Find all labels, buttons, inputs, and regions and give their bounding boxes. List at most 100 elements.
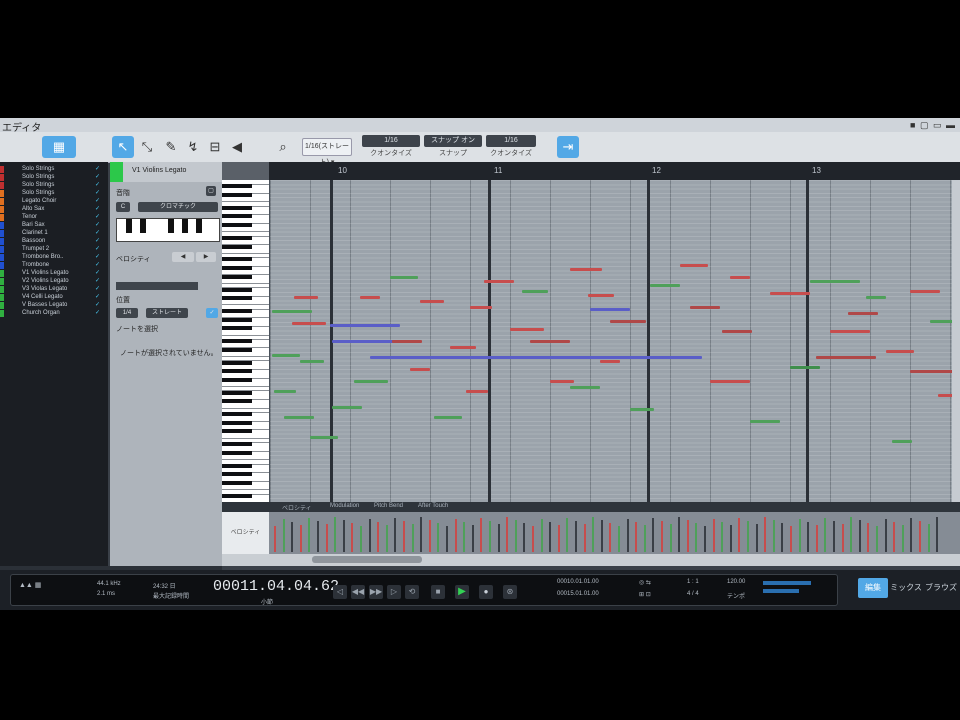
velocity-bar[interactable] (274, 526, 276, 552)
note-grid[interactable] (270, 180, 960, 502)
quantize-box-2[interactable]: 1/16 (486, 135, 536, 147)
track-row[interactable]: Solo Strings ✓ (0, 174, 106, 181)
midi-note[interactable] (272, 310, 312, 313)
black-key[interactable] (222, 369, 252, 374)
track-row[interactable]: Solo Strings ✓ (0, 166, 106, 173)
black-key[interactable] (222, 472, 252, 477)
track-row[interactable]: V2 Violins Legato ✓ (0, 278, 106, 285)
black-key[interactable] (222, 184, 252, 189)
loop-button[interactable]: ◁ (333, 585, 347, 599)
velocity-bar[interactable] (411, 524, 414, 552)
play-button[interactable]: ▶ (455, 585, 469, 599)
velocity-bar[interactable] (600, 520, 603, 552)
grid-value-button[interactable]: 1/4 (116, 308, 138, 318)
velocity-bar[interactable] (661, 521, 663, 552)
forward-button[interactable]: ▶▶ (369, 585, 383, 599)
velocity-bar[interactable] (884, 519, 887, 552)
velocity-lane[interactable]: ベロシティ (222, 512, 960, 554)
velocity-bar[interactable] (635, 522, 638, 552)
track-row[interactable]: Bassoon ✓ (0, 238, 106, 245)
track-enabled-icon[interactable]: ✓ (95, 310, 100, 317)
velocity-bar[interactable] (317, 521, 319, 552)
velocity-bar[interactable] (308, 518, 311, 552)
inspector-track-header[interactable]: V1 Violins Legato (110, 162, 222, 182)
midi-note[interactable] (330, 324, 400, 327)
black-key[interactable] (222, 347, 252, 352)
midi-note[interactable] (550, 380, 574, 383)
velocity-bar[interactable] (841, 524, 844, 552)
velocity-bar[interactable] (377, 522, 380, 552)
velocity-bar[interactable] (626, 519, 629, 552)
velocity-bar[interactable] (514, 520, 517, 552)
black-key[interactable] (222, 266, 252, 270)
midi-note[interactable] (910, 290, 940, 293)
snap-box[interactable]: スナップ オン (424, 135, 482, 147)
black-key[interactable] (222, 274, 252, 279)
velocity-bar[interactable] (893, 522, 896, 552)
velocity-bar[interactable] (858, 520, 861, 552)
midi-note[interactable] (484, 280, 514, 283)
midi-note[interactable] (410, 368, 430, 371)
listen-tool-button[interactable]: ◀ (226, 136, 248, 158)
quantize-box[interactable]: 1/16 (362, 135, 420, 147)
midi-note[interactable] (354, 380, 388, 383)
midi-note[interactable] (332, 406, 362, 409)
black-key[interactable] (222, 257, 252, 262)
quantize-select[interactable]: 1/16(ストレート) ▾ (302, 138, 352, 166)
scale-keyboard[interactable] (116, 218, 220, 242)
velocity-slider[interactable] (116, 282, 198, 290)
scrollbar-thumb[interactable] (312, 556, 422, 563)
track-row[interactable]: V4 Celli Legato ✓ (0, 294, 106, 301)
velocity-bar[interactable] (325, 524, 328, 552)
black-key[interactable] (222, 339, 252, 344)
velocity-bar[interactable] (394, 518, 397, 552)
range-tool-button[interactable]: ⤡ (136, 136, 158, 158)
pencil-tool-button[interactable]: ✎ (160, 136, 182, 158)
black-key[interactable] (222, 223, 252, 227)
velocity-bar[interactable] (454, 519, 457, 552)
black-key[interactable] (222, 377, 252, 382)
track-row[interactable]: Clarinet 1 ✓ (0, 230, 106, 237)
black-key[interactable] (222, 214, 252, 219)
vertical-scrollbar[interactable] (952, 180, 960, 502)
velocity-bar[interactable] (815, 525, 818, 552)
track-enabled-icon[interactable]: ✓ (95, 262, 100, 269)
end-button[interactable]: ▷ (387, 585, 401, 599)
velocity-bar[interactable] (532, 526, 534, 552)
record-button[interactable]: ● (479, 585, 493, 599)
velocity-bar[interactable] (652, 518, 655, 552)
black-key[interactable] (222, 493, 252, 498)
velocity-bar[interactable] (609, 523, 612, 552)
velocity-bar[interactable] (583, 524, 586, 552)
midi-note[interactable] (710, 380, 750, 383)
lane-tab-modulation[interactable]: Modulation (330, 503, 359, 509)
velocity-bar[interactable] (669, 524, 672, 552)
velocity-bar[interactable] (480, 518, 483, 552)
midi-note[interactable] (390, 276, 418, 279)
track-row[interactable]: Solo Strings ✓ (0, 190, 106, 197)
midi-note[interactable] (522, 290, 548, 293)
track-row[interactable]: V3 Violas Legato ✓ (0, 286, 106, 293)
time-signature-value[interactable]: 1 : 1 (687, 579, 699, 585)
loop-end[interactable]: 00015.01.01.00 (557, 591, 599, 597)
midi-note[interactable] (810, 280, 860, 283)
track-row[interactable]: V Basses Legato ✓ (0, 302, 106, 309)
midi-note[interactable] (680, 264, 708, 267)
velocity-bar[interactable] (738, 518, 741, 552)
velocity-bar[interactable] (772, 520, 775, 552)
stop-button[interactable]: ■ (431, 585, 445, 599)
midi-note[interactable] (274, 390, 296, 393)
black-key[interactable] (222, 287, 252, 292)
midi-note[interactable] (294, 296, 318, 299)
midi-note[interactable] (722, 330, 752, 333)
track-enabled-icon[interactable]: ✓ (95, 302, 100, 309)
velocity-bar[interactable] (798, 519, 801, 552)
velocity-bar[interactable] (592, 517, 595, 552)
paint-tool-button[interactable]: ↯ (182, 136, 204, 158)
velocity-bar[interactable] (755, 524, 758, 552)
track-enabled-icon[interactable]: ✓ (95, 166, 100, 173)
black-key[interactable] (222, 296, 252, 301)
midi-note[interactable] (690, 306, 720, 309)
velocity-bar[interactable] (385, 525, 388, 552)
velocity-bar[interactable] (729, 525, 732, 552)
